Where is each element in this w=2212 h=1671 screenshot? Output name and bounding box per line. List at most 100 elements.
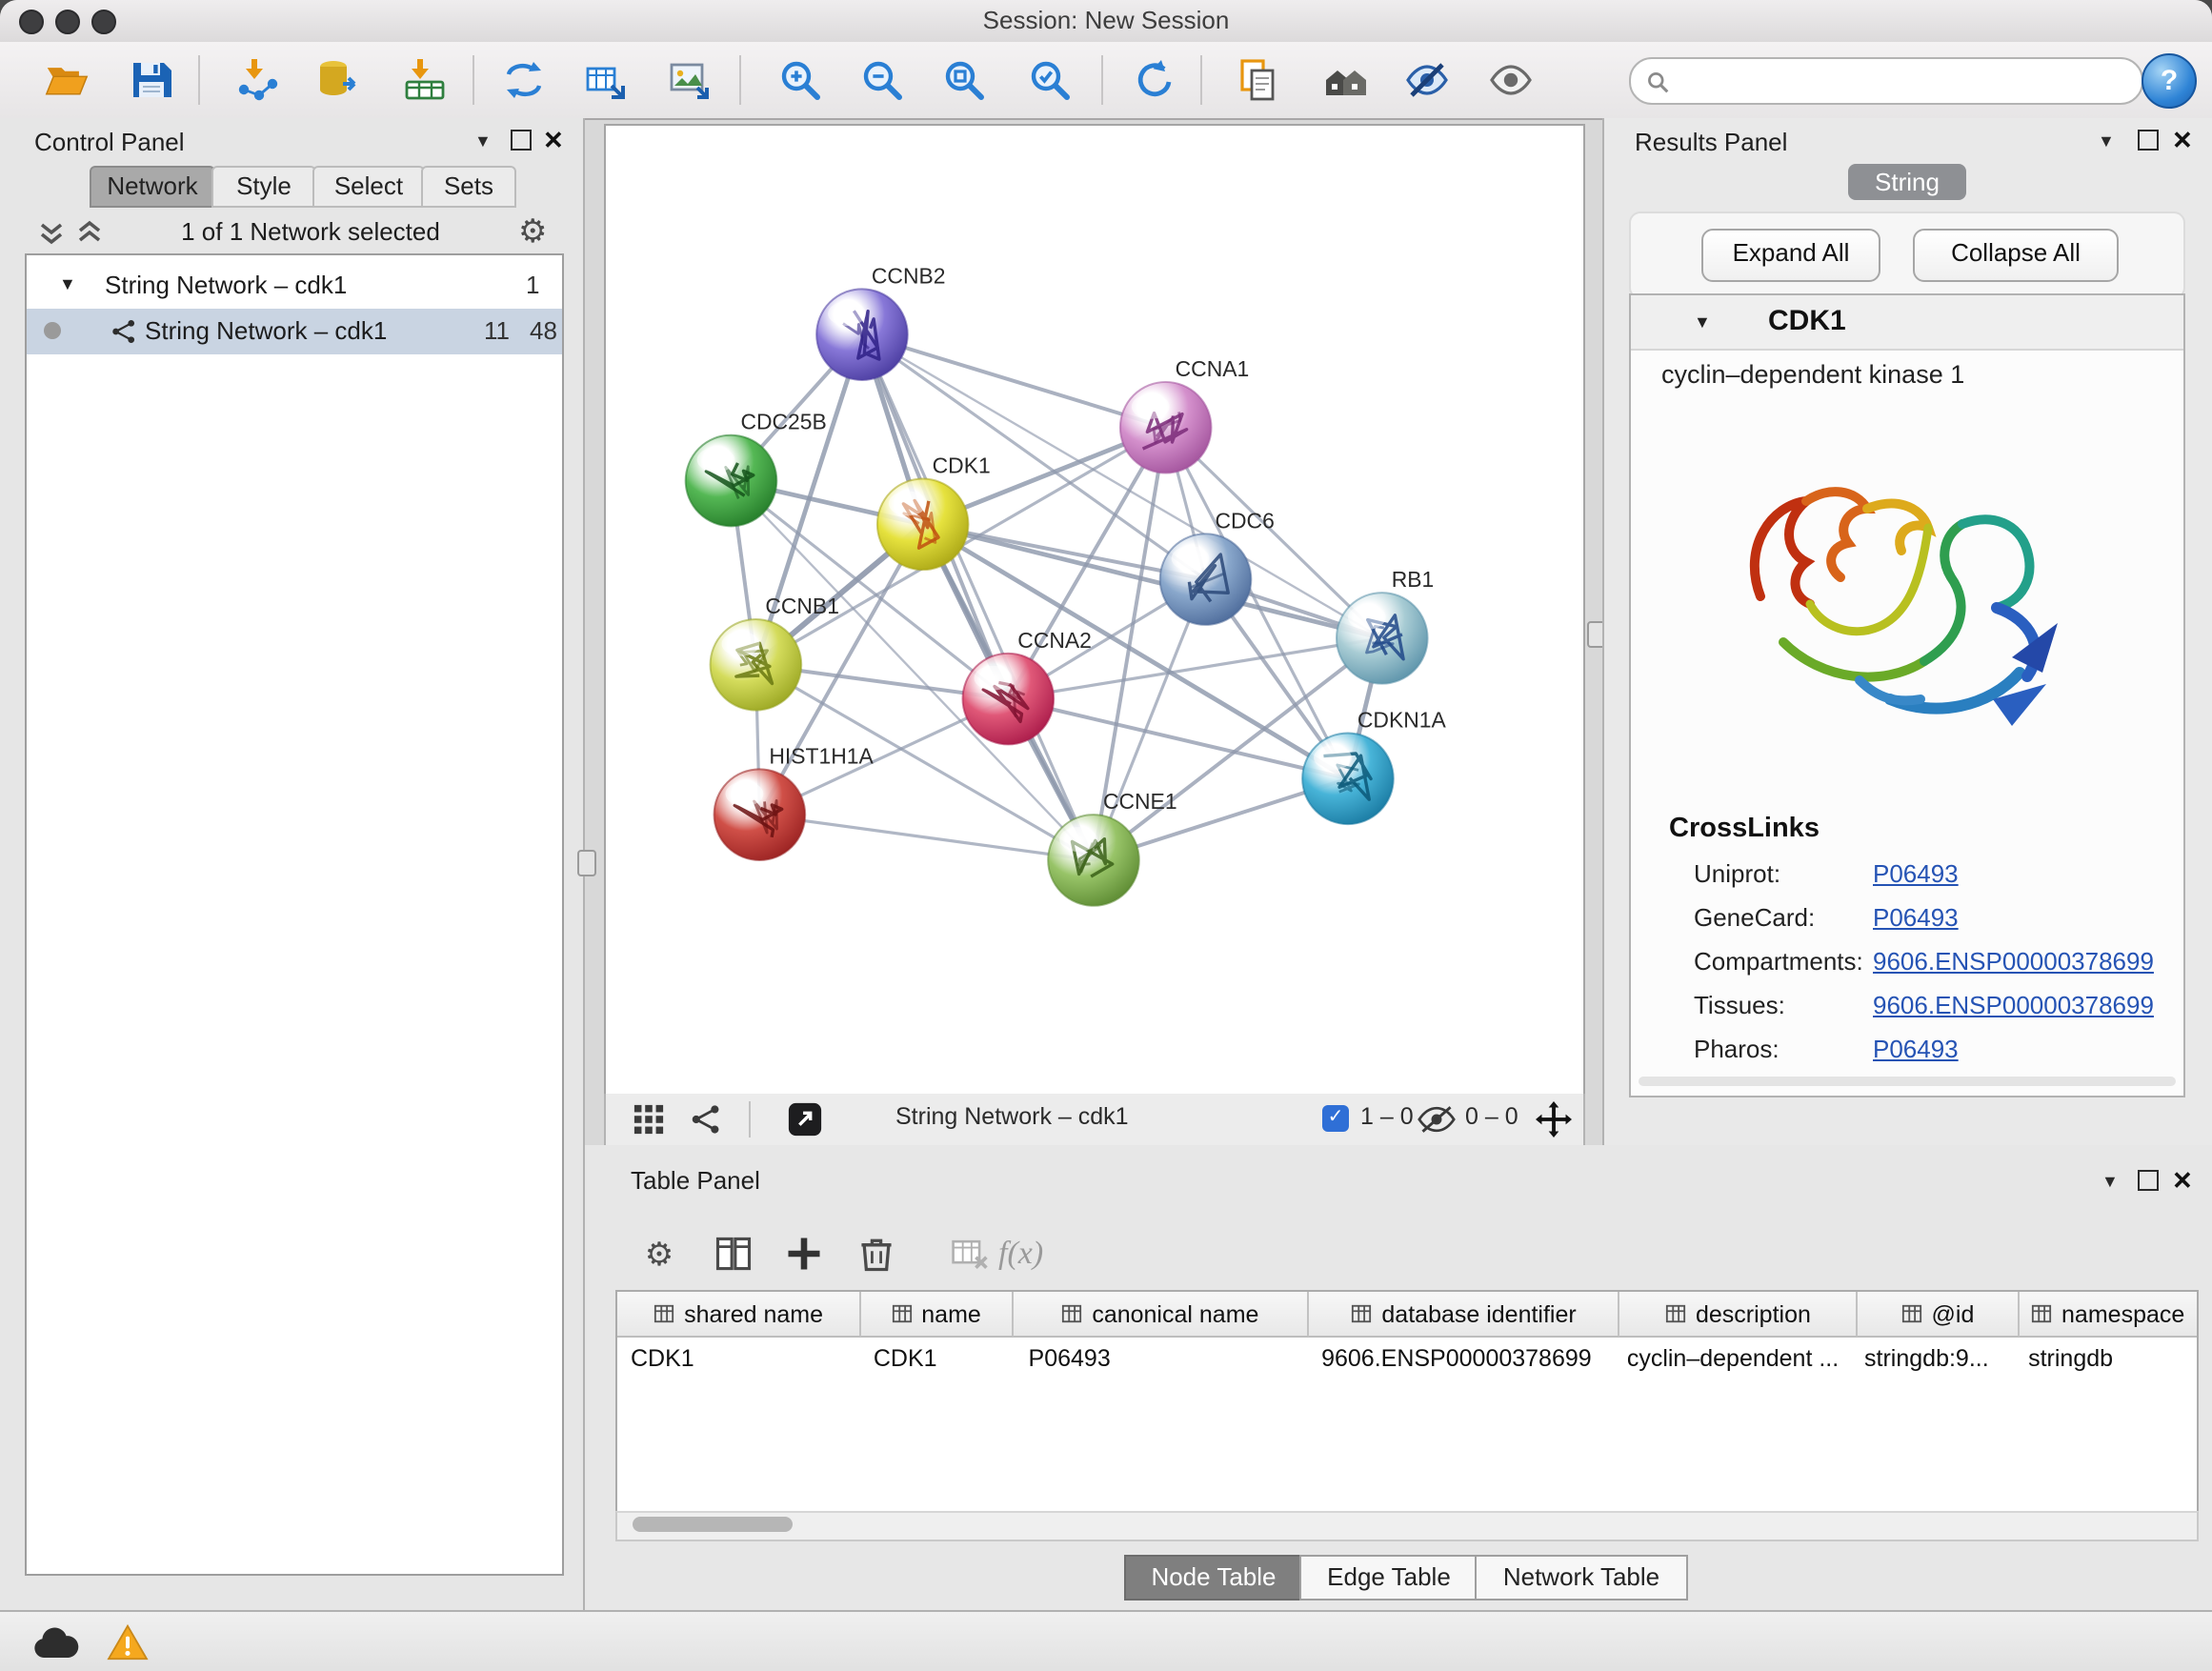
string-tab-badge[interactable]: String <box>1848 164 1966 200</box>
show-view-button[interactable] <box>1484 53 1538 107</box>
question-mark-icon: ? <box>2161 65 2178 97</box>
control-panel-title: Control Panel <box>34 128 185 156</box>
network-view[interactable]: CCNB2CCNA1CDC25BCDK1CDC6RB1CCNB1CCNA2CDK… <box>604 124 1585 1097</box>
tab-sets[interactable]: Sets <box>421 166 516 208</box>
svg-text:CCNB1: CCNB1 <box>765 594 839 618</box>
scrollbar-thumb[interactable] <box>633 1517 793 1532</box>
open-session-button[interactable] <box>40 53 93 107</box>
table-row[interactable]: CDK1 CDK1 P06493 9606.ENSP00000378699 cy… <box>617 1338 2197 1379</box>
control-panel-collapse-icon[interactable]: ▼ <box>474 131 492 151</box>
crosslink-tissues-link[interactable]: 9606.ENSP00000378699 <box>1873 991 2154 1019</box>
protein-name: CDK1 <box>1768 305 1846 337</box>
control-panel-close-icon[interactable]: ✕ <box>543 128 564 152</box>
import-table-button[interactable] <box>398 53 452 107</box>
export-network-button[interactable] <box>579 53 633 107</box>
copy-document-button[interactable] <box>1231 53 1284 107</box>
protein-structure-image <box>1698 413 2098 795</box>
tab-node-table[interactable]: Node Table <box>1124 1555 1303 1601</box>
network-node-CDKN1A[interactable]: CDKN1A <box>1302 708 1446 825</box>
import-network-database-button[interactable] <box>311 53 364 107</box>
export-view-icon[interactable] <box>787 1101 823 1137</box>
collapse-all-button[interactable]: Collapse All <box>1913 229 2119 282</box>
column-header-shared-name[interactable]: shared name <box>617 1292 861 1338</box>
neighborhood-button[interactable] <box>1318 53 1372 107</box>
main-toolbar: ? <box>0 42 2212 120</box>
window-title: Session: New Session <box>0 0 2212 42</box>
function-builder-button[interactable]: f(x) <box>998 1235 1043 1273</box>
column-header-canonical-name[interactable]: canonical name <box>1013 1292 1310 1338</box>
network-canvas[interactable]: CCNB2CCNA1CDC25BCDK1CDC6RB1CCNB1CCNA2CDK… <box>606 126 1579 1092</box>
export-image-button[interactable] <box>663 53 716 107</box>
network-options-gear-icon[interactable]: ⚙ <box>518 215 548 248</box>
nav-share-icon[interactable] <box>690 1103 722 1136</box>
table-horizontal-scrollbar[interactable] <box>615 1511 2199 1541</box>
help-button[interactable]: ? <box>2142 53 2197 109</box>
warning-icon[interactable] <box>107 1623 149 1661</box>
column-header-id[interactable]: @id <box>1859 1292 2020 1338</box>
zoom-out-button[interactable] <box>855 53 909 107</box>
network-node-RB1[interactable]: RB1 <box>1337 567 1434 684</box>
tab-network-table[interactable]: Network Table <box>1475 1555 1688 1601</box>
create-column-button[interactable] <box>777 1229 831 1278</box>
table-options-button[interactable]: ⚙ <box>633 1229 686 1278</box>
delete-column-button[interactable] <box>850 1229 903 1278</box>
results-scrollbar[interactable] <box>1639 1077 2176 1086</box>
delete-table-button[interactable] <box>943 1229 996 1278</box>
network-tree-selected-row[interactable]: String Network – cdk1 11 48 <box>27 309 562 354</box>
crosslink-genecard-link[interactable]: P06493 <box>1873 903 1959 932</box>
hidden-eye-slash-icon[interactable] <box>1418 1105 1456 1134</box>
tab-select[interactable]: Select <box>312 166 425 208</box>
tab-edge-table[interactable]: Edge Table <box>1299 1555 1478 1601</box>
title-bar: Session: New Session <box>0 0 2212 44</box>
results-panel-float-icon[interactable] <box>2138 130 2159 151</box>
crosslink-row: GeneCard: <box>1694 903 1815 932</box>
crosslink-pharos-link[interactable]: P06493 <box>1873 1035 1959 1063</box>
clone-network-button[interactable] <box>497 53 551 107</box>
network-node-CCNB2[interactable]: CCNB2 <box>816 263 945 380</box>
crosslink-uniprot-link[interactable]: P06493 <box>1873 859 1959 888</box>
table-panel-float-icon[interactable] <box>2138 1170 2159 1191</box>
tab-network[interactable]: Network <box>90 166 215 208</box>
fit-content-crosshair-icon[interactable] <box>1536 1101 1572 1137</box>
table-panel-collapse-icon[interactable]: ▼ <box>2101 1172 2119 1191</box>
cloud-icon[interactable] <box>30 1627 80 1661</box>
birdseye-grid-icon[interactable] <box>633 1103 665 1136</box>
export-network-icon <box>583 57 629 103</box>
control-panel-float-icon[interactable] <box>511 130 532 151</box>
expand-all-icon[interactable] <box>76 219 103 246</box>
crosslink-compartments-link[interactable]: 9606.ENSP00000378699 <box>1873 947 2154 976</box>
column-header-description[interactable]: description <box>1619 1292 1858 1338</box>
protein-card-header[interactable]: ▼ CDK1 <box>1631 295 2183 351</box>
refresh-button[interactable] <box>1128 53 1181 107</box>
network-tree-root-row[interactable]: ▼ String Network – cdk1 1 <box>27 265 562 309</box>
column-header-database-identifier[interactable]: database identifier <box>1310 1292 1620 1338</box>
crosslink-label: Uniprot: <box>1694 859 1780 888</box>
tab-style[interactable]: Style <box>211 166 316 208</box>
splitter-handle[interactable] <box>577 850 596 876</box>
column-header-name[interactable]: name <box>861 1292 1013 1338</box>
crosslink-row: Tissues: <box>1694 991 1785 1019</box>
network-node-HIST1H1A[interactable]: HIST1H1A <box>714 743 875 860</box>
protein-collapse-icon[interactable]: ▼ <box>1694 312 1711 332</box>
selected-nodes-checkbox[interactable]: ✓ <box>1322 1105 1349 1132</box>
zoom-fit-icon <box>941 57 987 103</box>
network-node-CCNB1[interactable]: CCNB1 <box>711 594 839 711</box>
results-panel-title: Results Panel <box>1635 128 1787 156</box>
zoom-selected-button[interactable] <box>1023 53 1076 107</box>
network-node-CCNA1[interactable]: CCNA1 <box>1120 356 1249 473</box>
search-input[interactable] <box>1679 66 2126 96</box>
save-session-button[interactable] <box>124 53 177 107</box>
results-panel-collapse-icon[interactable]: ▼ <box>2098 131 2115 151</box>
table-panel-close-icon[interactable]: ✕ <box>2172 1168 2193 1193</box>
results-panel-close-icon[interactable]: ✕ <box>2172 128 2193 152</box>
toolbar-search[interactable] <box>1629 57 2143 105</box>
collapse-all-icon[interactable] <box>38 219 65 246</box>
column-header-namespace[interactable]: namespace <box>2019 1292 2197 1338</box>
show-columns-button[interactable] <box>707 1229 760 1278</box>
expand-all-button[interactable]: Expand All <box>1701 229 1880 282</box>
zoom-in-button[interactable] <box>774 53 827 107</box>
tree-collapse-icon[interactable]: ▼ <box>59 274 76 293</box>
hide-annotations-button[interactable] <box>1400 53 1454 107</box>
import-network-file-button[interactable] <box>231 53 284 107</box>
zoom-fit-button[interactable] <box>937 53 991 107</box>
